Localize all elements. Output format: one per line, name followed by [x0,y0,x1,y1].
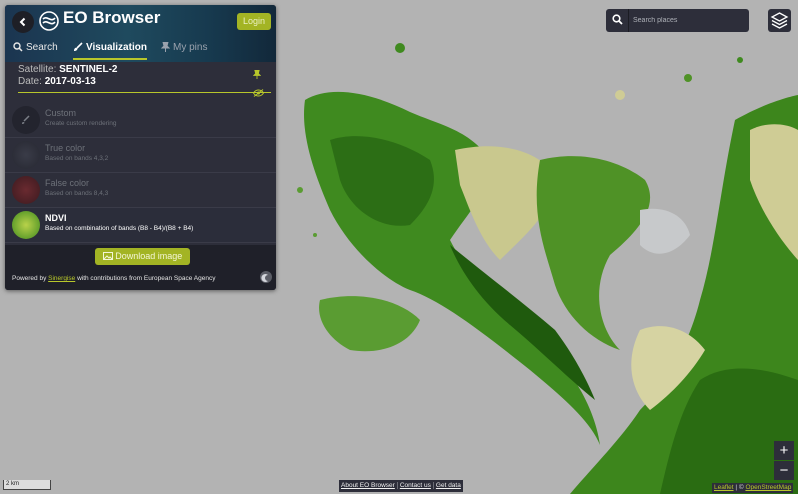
zoom-control: + − [774,441,794,481]
tab-search-label: Search [26,42,58,53]
powered-by-text: Powered by [12,275,47,282]
pin-scene-icon[interactable] [252,69,262,79]
scene-actions [252,66,276,102]
eo-browser-logo-icon [39,11,59,31]
map-island [737,57,743,63]
map-island [615,90,625,100]
map-island [313,233,317,237]
panel-footer: Download image Powered by Sinergise with… [5,245,276,290]
collapse-panel-button[interactable] [12,11,34,33]
footer-links: About EO Browser Contact us Get data [339,480,463,492]
search-icon [13,42,23,52]
chevron-left-icon [19,17,26,27]
pin-icon [160,41,171,52]
scale-bar: 2 km [3,480,51,490]
panel-header: EO Browser Login Search Visualization My… [5,5,276,62]
ndvi-thumbnail-icon [12,211,40,239]
satellite-value: SENTINEL-2 [59,64,118,75]
contributions-text: with contributions from European Space A… [77,275,216,282]
search-divider [628,9,629,32]
tab-my-pins[interactable]: My pins [160,38,208,58]
about-eo-browser-link[interactable]: About EO Browser [339,482,398,489]
tab-visualization-label: Visualization [86,42,147,53]
layer-option-name: True color [45,143,86,153]
map-attribution: Leaflet | © OpenStreetMap [712,483,794,493]
attribution-separator: | © [733,484,746,491]
layer-options: Custom Create custom rendering True colo… [5,103,276,243]
divider [18,92,271,93]
layer-option-custom[interactable]: Custom Create custom rendering [5,103,276,138]
search-icon [612,14,623,25]
visualization-panel: EO Browser Login Search Visualization My… [5,5,276,290]
get-data-link[interactable]: Get data [434,482,463,489]
search-places-box [606,9,749,32]
openstreetmap-link[interactable]: OpenStreetMap [745,484,791,491]
search-places-input[interactable] [631,11,747,30]
custom-icon [12,106,40,134]
layer-option-name: Custom [45,108,77,118]
map-island [395,43,405,53]
sinergise-link[interactable]: Sinergise [48,275,75,282]
app-title: EO Browser [63,8,161,27]
download-image-label: Download image [115,251,183,261]
layer-option-desc: Based on bands 8,4,3 [45,190,109,197]
layer-option-name: NDVI [45,213,67,223]
scene-info: Satellite: SENTINEL-2 Date: 2017-03-13 [18,64,117,88]
satellite-label: Satellite: [18,64,57,75]
login-button[interactable]: Login [237,13,271,30]
visibility-toggle-icon[interactable] [252,89,265,97]
tab-search[interactable]: Search [13,38,58,58]
moon-icon[interactable] [260,271,272,283]
layer-option-desc: Create custom rendering [45,120,117,127]
false-color-thumbnail-icon [12,176,40,204]
layer-option-false-color[interactable]: False color Based on bands 8,4,3 [5,173,276,208]
layer-option-name: False color [45,178,90,188]
map-island [297,187,303,193]
true-color-thumbnail-icon [12,141,40,169]
layer-option-desc: Based on bands 4,3,2 [45,155,109,162]
download-image-button[interactable]: Download image [95,248,190,265]
layer-option-true-color[interactable]: True color Based on bands 4,3,2 [5,138,276,173]
layer-option-ndvi[interactable]: NDVI Based on combination of bands (B8 -… [5,208,276,243]
tab-my-pins-label: My pins [173,42,208,53]
layer-option-desc: Based on combination of bands (B8 - B4)/… [45,225,194,232]
date-value: 2017-03-13 [44,76,96,87]
image-icon [102,252,113,260]
powered-by: Powered by Sinergise with contributions … [12,275,215,282]
contact-us-link[interactable]: Contact us [397,482,434,489]
panel-tabs: Search Visualization My pins [5,38,276,60]
leaflet-link[interactable]: Leaflet [714,484,734,491]
zoom-out-button[interactable]: − [774,461,794,480]
layers-icon [770,12,789,29]
layers-button[interactable] [768,9,791,32]
date-label: Date: [18,76,42,87]
brush-icon [74,42,83,51]
zoom-in-button[interactable]: + [774,441,794,460]
tab-visualization[interactable]: Visualization [73,38,147,60]
map-island [684,74,692,82]
